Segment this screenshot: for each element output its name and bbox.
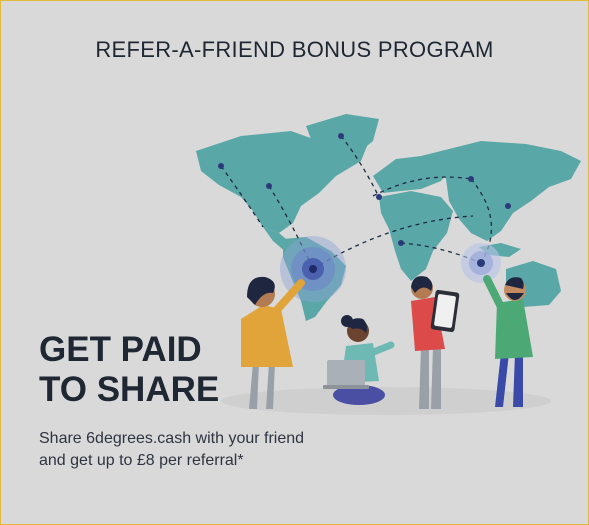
headline-line1: GET PAID <box>39 330 202 369</box>
refer-a-friend-banner[interactable]: REFER-A-FRIEND BONUS PROGRAM GET PAID TO… <box>0 0 589 525</box>
promo-description: Share 6degrees.cash with your friend and… <box>39 430 305 469</box>
headline-line2: TO SHARE <box>39 370 220 409</box>
person-yellow-dress <box>241 276 305 409</box>
headline: GET PAID TO SHARE <box>39 330 219 410</box>
location-pin-icon <box>461 243 501 283</box>
